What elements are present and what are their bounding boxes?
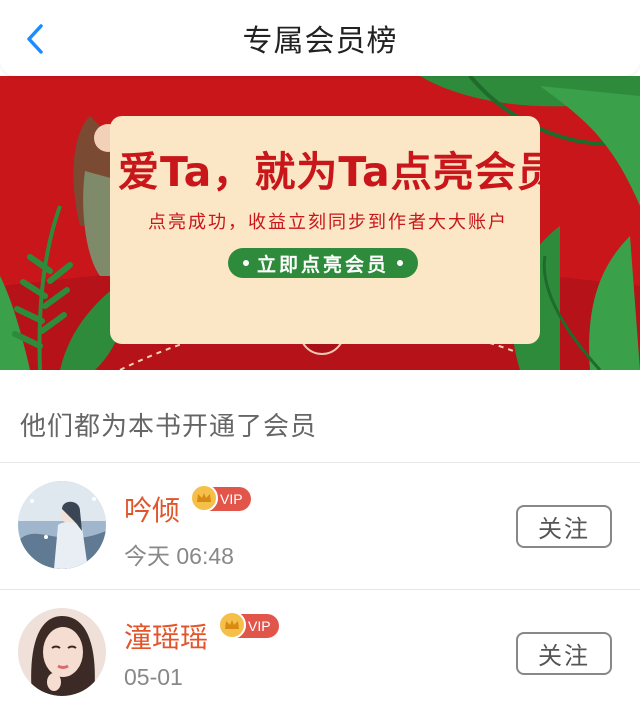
cta-label: 立即点亮会员 bbox=[256, 253, 389, 276]
member-name: 吟倾 bbox=[124, 494, 181, 527]
vip-badge: VIP bbox=[190, 484, 251, 512]
light-up-membership-button[interactable]: 立即点亮会员 bbox=[228, 248, 418, 278]
member-time: 05-01 bbox=[124, 664, 183, 690]
top-nav-bar: 专属会员榜 bbox=[0, 0, 640, 76]
member-time: 今天 06:48 bbox=[124, 543, 234, 569]
avatar-image bbox=[18, 481, 106, 569]
dot-icon bbox=[242, 260, 249, 266]
follow-button[interactable]: 关注 bbox=[516, 632, 612, 675]
vip-badge-label: VIP bbox=[248, 618, 271, 634]
member-row[interactable]: 潼瑶瑶 VIP 05-01 关注 bbox=[0, 590, 640, 707]
banner-subtitle: 点亮成功，收益立刻同步到作者大大账户 bbox=[148, 212, 508, 233]
vip-badge-label: VIP bbox=[220, 491, 243, 507]
back-button[interactable] bbox=[18, 22, 52, 56]
avatar[interactable] bbox=[18, 608, 106, 696]
dot-icon bbox=[397, 260, 403, 266]
member-name: 潼瑶瑶 bbox=[124, 621, 209, 654]
follow-button[interactable]: 关注 bbox=[516, 505, 612, 548]
crown-icon bbox=[218, 611, 246, 639]
promo-banner[interactable]: 爱Ta，就为Ta点亮会员 点亮成功，收益立刻同步到作者大大账户 立即点亮会员 bbox=[0, 76, 640, 370]
banner-headline: 爱Ta，就为Ta点亮会员 bbox=[118, 148, 559, 196]
page-title: 专属会员榜 bbox=[242, 24, 398, 59]
member-row[interactable]: 吟倾 VIP 今天 06:48 关注 bbox=[0, 463, 640, 589]
avatar[interactable] bbox=[18, 481, 106, 569]
section-title: 他们都为本书开通了会员 bbox=[20, 412, 318, 442]
avatar-image bbox=[18, 608, 106, 696]
crown-icon bbox=[190, 484, 218, 512]
vip-badge: VIP bbox=[218, 611, 279, 639]
chevron-left-icon bbox=[27, 24, 43, 54]
